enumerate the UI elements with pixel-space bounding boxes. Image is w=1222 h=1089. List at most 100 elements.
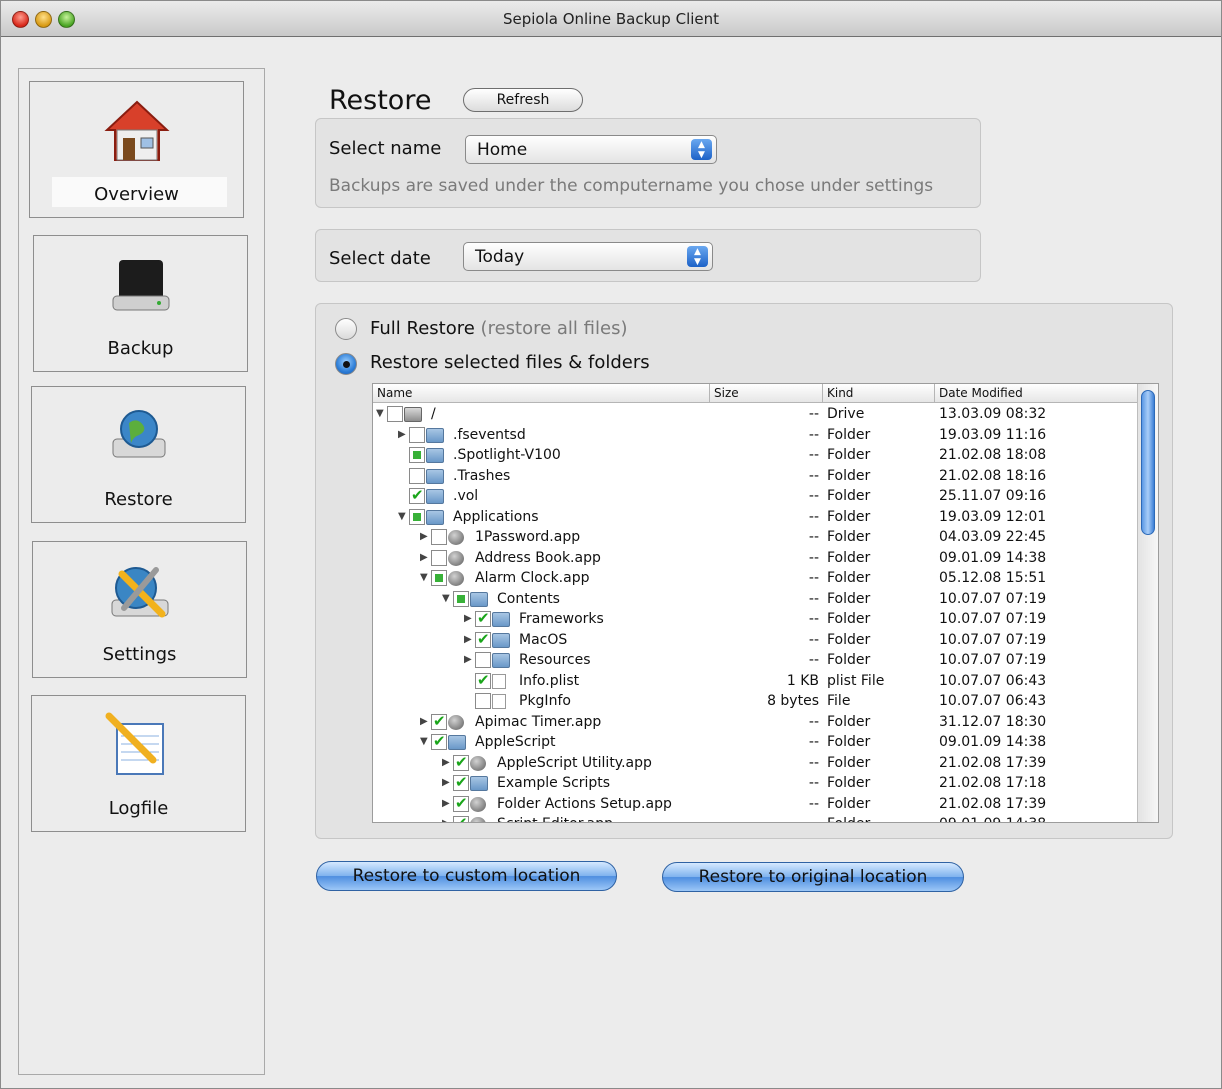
folder-icon bbox=[426, 448, 444, 463]
row-date-modified: 09.01.09 14:38 bbox=[939, 549, 1047, 566]
row-checkbox[interactable] bbox=[431, 732, 447, 750]
disclosure-closed-icon[interactable]: ▶ bbox=[420, 531, 430, 542]
table-row[interactable]: ▶ Address Book.app -- Folder 09.01.09 14:38 bbox=[373, 548, 1138, 569]
column-date-modified[interactable]: Date Modified bbox=[939, 386, 1023, 400]
refresh-button[interactable]: Refresh bbox=[463, 88, 583, 112]
disclosure-closed-icon[interactable]: ▶ bbox=[420, 716, 430, 727]
row-name: Contents bbox=[497, 590, 560, 607]
table-row[interactable]: ▶ 1Password.app -- Folder 04.03.09 22:45 bbox=[373, 527, 1138, 548]
table-row[interactable]: .Trashes -- Folder 21.02.08 18:16 bbox=[373, 466, 1138, 487]
row-checkbox[interactable] bbox=[409, 426, 425, 443]
sidebar-item-label: Settings bbox=[102, 644, 177, 665]
selected-restore-label[interactable]: Restore selected files & folders bbox=[370, 352, 650, 373]
table-row[interactable]: ▶ Example Scripts -- Folder 21.02.08 17:18 bbox=[373, 773, 1138, 794]
disclosure-closed-icon[interactable]: ▶ bbox=[464, 613, 474, 624]
disclosure-closed-icon[interactable]: ▶ bbox=[464, 634, 474, 645]
full-restore-radio[interactable] bbox=[335, 318, 357, 340]
row-checkbox[interactable] bbox=[409, 447, 425, 463]
full-restore-label[interactable]: Full Restore (restore all files) bbox=[370, 318, 627, 339]
sidebar-item-restore[interactable]: Restore bbox=[31, 386, 246, 523]
row-date-modified: 13.03.09 08:32 bbox=[939, 406, 1047, 422]
folder-icon bbox=[448, 735, 466, 750]
row-date-modified: 09.01.09 14:38 bbox=[939, 734, 1047, 750]
row-checkbox[interactable] bbox=[387, 406, 403, 422]
disclosure-closed-icon[interactable]: ▶ bbox=[442, 757, 452, 768]
table-row[interactable]: ▶ Frameworks -- Folder 10.07.07 07:19 bbox=[373, 609, 1138, 630]
table-row[interactable]: ▶ Resources -- Folder 10.07.07 07:19 bbox=[373, 650, 1138, 671]
row-checkbox[interactable] bbox=[475, 630, 491, 648]
restore-custom-location-button[interactable]: Restore to custom location bbox=[316, 861, 617, 891]
row-checkbox[interactable] bbox=[431, 529, 447, 545]
row-checkbox[interactable] bbox=[431, 570, 447, 586]
table-row[interactable]: ▼ Applications -- Folder 19.03.09 12:01 bbox=[373, 507, 1138, 528]
disclosure-open-icon[interactable]: ▼ bbox=[420, 572, 430, 583]
row-size: -- bbox=[808, 426, 819, 443]
table-row[interactable]: ▶ Folder Actions Setup.app -- Folder 21.02.0… bbox=[373, 794, 1138, 815]
scrollbar-thumb[interactable] bbox=[1141, 390, 1155, 535]
table-row[interactable]: ▶ Script Editor.app -- Folder 09.01.09 14:38 bbox=[373, 814, 1138, 822]
restore-original-location-button[interactable]: Restore to original location bbox=[662, 862, 964, 892]
row-checkbox[interactable] bbox=[453, 814, 469, 822]
disclosure-open-icon[interactable]: ▼ bbox=[398, 511, 408, 522]
row-checkbox[interactable] bbox=[431, 549, 447, 566]
row-date-modified: 19.03.09 11:16 bbox=[939, 426, 1047, 443]
column-size[interactable]: Size bbox=[714, 386, 739, 400]
row-checkbox[interactable] bbox=[453, 773, 469, 791]
select-date-label: Select date bbox=[329, 248, 431, 269]
app-window: Sepiola Online Backup Client Overview Ba… bbox=[0, 0, 1222, 1089]
select-name-popup[interactable]: Home ▲ ▼ bbox=[465, 135, 717, 164]
table-row[interactable]: ▶ .fseventsd -- Folder 19.03.09 11:16 bbox=[373, 425, 1138, 446]
sidebar-item-overview[interactable]: Overview bbox=[29, 81, 244, 218]
column-name[interactable]: Name bbox=[377, 386, 412, 400]
row-kind: Folder bbox=[827, 529, 871, 545]
disclosure-open-icon[interactable]: ▼ bbox=[442, 593, 452, 604]
sidebar-item-backup[interactable]: Backup bbox=[33, 235, 248, 372]
vertical-scrollbar[interactable] bbox=[1137, 384, 1158, 822]
row-name: Address Book.app bbox=[475, 549, 601, 566]
column-kind[interactable]: Kind bbox=[827, 386, 853, 400]
row-checkbox[interactable] bbox=[475, 693, 491, 709]
row-checkbox[interactable] bbox=[409, 486, 425, 504]
sidebar-item-logfile[interactable]: Logfile bbox=[31, 695, 246, 832]
table-row[interactable]: .Spotlight-V100 -- Folder 21.02.08 18:08 bbox=[373, 445, 1138, 466]
table-row[interactable]: .vol -- Folder 25.11.07 09:16 bbox=[373, 486, 1138, 507]
row-checkbox[interactable] bbox=[453, 590, 469, 607]
row-checkbox[interactable] bbox=[453, 794, 469, 812]
row-name: .fseventsd bbox=[453, 426, 526, 443]
table-row[interactable]: PkgInfo 8 bytes File 10.07.07 06:43 bbox=[373, 691, 1138, 712]
row-checkbox[interactable] bbox=[475, 609, 491, 627]
drive-icon bbox=[404, 407, 422, 422]
table-row[interactable]: ▼ / -- Drive 13.03.09 08:32 bbox=[373, 404, 1138, 425]
app-icon bbox=[448, 714, 464, 730]
row-checkbox[interactable] bbox=[409, 467, 425, 484]
row-checkbox[interactable] bbox=[475, 652, 491, 668]
disclosure-closed-icon[interactable]: ▶ bbox=[442, 798, 452, 809]
row-kind: Folder bbox=[827, 611, 871, 627]
table-row[interactable]: ▶ Apimac Timer.app -- Folder 31.12.07 18:30 bbox=[373, 712, 1138, 733]
row-checkbox[interactable] bbox=[431, 712, 447, 730]
file-tree[interactable]: Name Size Kind Date Modified ▼ / -- Drive 13… bbox=[372, 383, 1159, 823]
disclosure-open-icon[interactable]: ▼ bbox=[420, 736, 430, 747]
row-kind: plist File bbox=[827, 672, 885, 689]
table-row[interactable]: Info.plist 1 KB plist File 10.07.07 06:43 bbox=[373, 671, 1138, 692]
selected-restore-radio[interactable] bbox=[335, 353, 357, 375]
disclosure-closed-icon[interactable]: ▶ bbox=[464, 654, 474, 665]
select-date-popup[interactable]: Today ▲ ▼ bbox=[463, 242, 713, 271]
row-name: AppleScript bbox=[475, 734, 556, 750]
table-row[interactable]: ▶ MacOS -- Folder 10.07.07 07:19 bbox=[373, 630, 1138, 651]
disclosure-closed-icon[interactable]: ▶ bbox=[398, 429, 408, 440]
row-checkbox[interactable] bbox=[475, 671, 491, 689]
row-name: Resources bbox=[519, 652, 591, 668]
disclosure-open-icon[interactable]: ▼ bbox=[376, 408, 386, 419]
table-row[interactable]: ▼ Contents -- Folder 10.07.07 07:19 bbox=[373, 589, 1138, 610]
table-row[interactable]: ▶ AppleScript Utility.app -- Folder 21.02.08… bbox=[373, 753, 1138, 774]
sidebar-item-settings[interactable]: Settings bbox=[32, 541, 247, 678]
table-row[interactable]: ▼ Alarm Clock.app -- Folder 05.12.08 15:51 bbox=[373, 568, 1138, 589]
table-row[interactable]: ▼ AppleScript -- Folder 09.01.09 14:38 bbox=[373, 732, 1138, 753]
disclosure-closed-icon[interactable]: ▶ bbox=[442, 777, 452, 788]
row-name: Folder Actions Setup.app bbox=[497, 795, 672, 812]
row-checkbox[interactable] bbox=[453, 753, 469, 771]
disclosure-closed-icon[interactable]: ▶ bbox=[442, 818, 452, 822]
disclosure-closed-icon[interactable]: ▶ bbox=[420, 552, 430, 563]
row-checkbox[interactable] bbox=[409, 508, 425, 525]
